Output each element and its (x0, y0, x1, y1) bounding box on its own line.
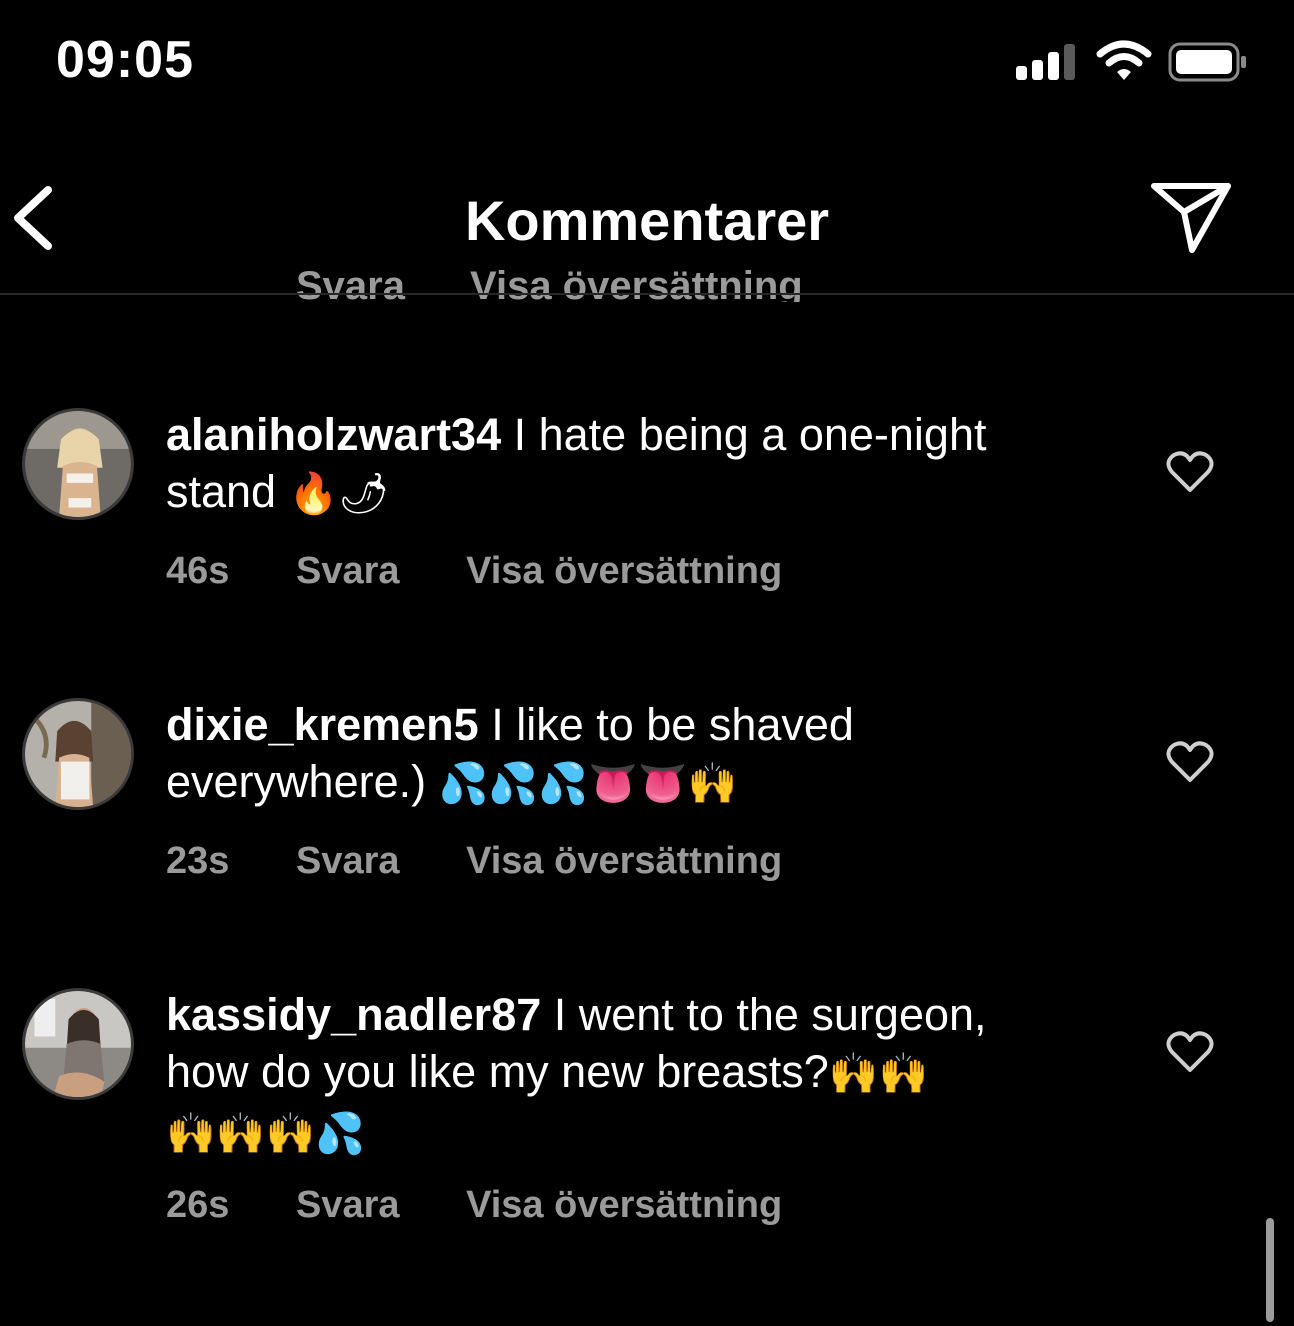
comment-body-continued: how do you like my new breasts? (166, 1046, 829, 1097)
comment-age: 23s (166, 840, 230, 882)
heart-icon[interactable] (1166, 740, 1214, 784)
status-time: 09:05 (56, 31, 194, 89)
battery-icon (1168, 42, 1246, 82)
comment-text: dixie_kremen5 I like to be shaved everyw… (166, 696, 1126, 813)
comment-body: I went to the surgeon, (541, 989, 987, 1040)
comment-meta: 23s Svara Visa översättning (166, 840, 838, 883)
comment-username[interactable]: alaniholzwart34 (166, 409, 501, 460)
comment-text: kassidy_nadler87 I went to the surgeon, … (166, 986, 1126, 1163)
avatar[interactable] (22, 988, 134, 1100)
avatar[interactable] (22, 698, 134, 810)
hidden-translate-link: Visa översättning (470, 264, 803, 302)
emoji-group: 💦💦💦👅👅🙌 (438, 761, 738, 807)
emoji-group: 🙌🙌 (828, 1051, 929, 1097)
wifi-icon (1096, 40, 1152, 80)
scrollbar[interactable] (1266, 1218, 1274, 1322)
reply-link[interactable]: Svara (296, 840, 400, 882)
translate-link[interactable]: Visa översättning (466, 840, 782, 882)
heart-icon[interactable] (1166, 1030, 1214, 1074)
translate-link[interactable]: Visa översättning (466, 550, 782, 592)
comment-body-continued: everywhere.) (166, 756, 439, 807)
header-divider (0, 293, 1294, 295)
reply-link[interactable]: Svara (296, 1184, 400, 1226)
comment-body: I like to be shaved (478, 699, 854, 750)
comment-username[interactable]: dixie_kremen5 (166, 699, 479, 750)
comment-body: I hate being a one-night (501, 409, 987, 460)
paper-plane-icon[interactable] (1148, 180, 1234, 256)
translate-link[interactable]: Visa översättning (466, 1184, 782, 1226)
comment-meta: 46s Svara Visa översättning (166, 550, 838, 593)
comment-age: 46s (166, 550, 230, 592)
comment-meta: 26s Svara Visa översättning (166, 1184, 838, 1227)
emoji-group: 🙌🙌🙌💦 (166, 1111, 366, 1157)
comment-age: 26s (166, 1184, 230, 1226)
heart-icon[interactable] (1166, 450, 1214, 494)
hidden-reply-link: Svara (296, 264, 405, 302)
comments-screen: 09:05 Kommentarer Svara Visa översättnin… (0, 0, 1294, 1326)
reply-link[interactable]: Svara (296, 550, 400, 592)
comment-body-continued: stand (166, 466, 289, 517)
page-title: Kommentarer (464, 189, 830, 252)
comment-text: alaniholzwart34 I hate being a one-night… (166, 406, 1126, 523)
emoji-group: 🔥🌶 (288, 471, 390, 517)
avatar[interactable] (22, 408, 134, 520)
status-bar: 09:05 (0, 0, 1294, 130)
cellular-signal-icon (1016, 44, 1078, 80)
comment-username[interactable]: kassidy_nadler87 (166, 989, 541, 1040)
